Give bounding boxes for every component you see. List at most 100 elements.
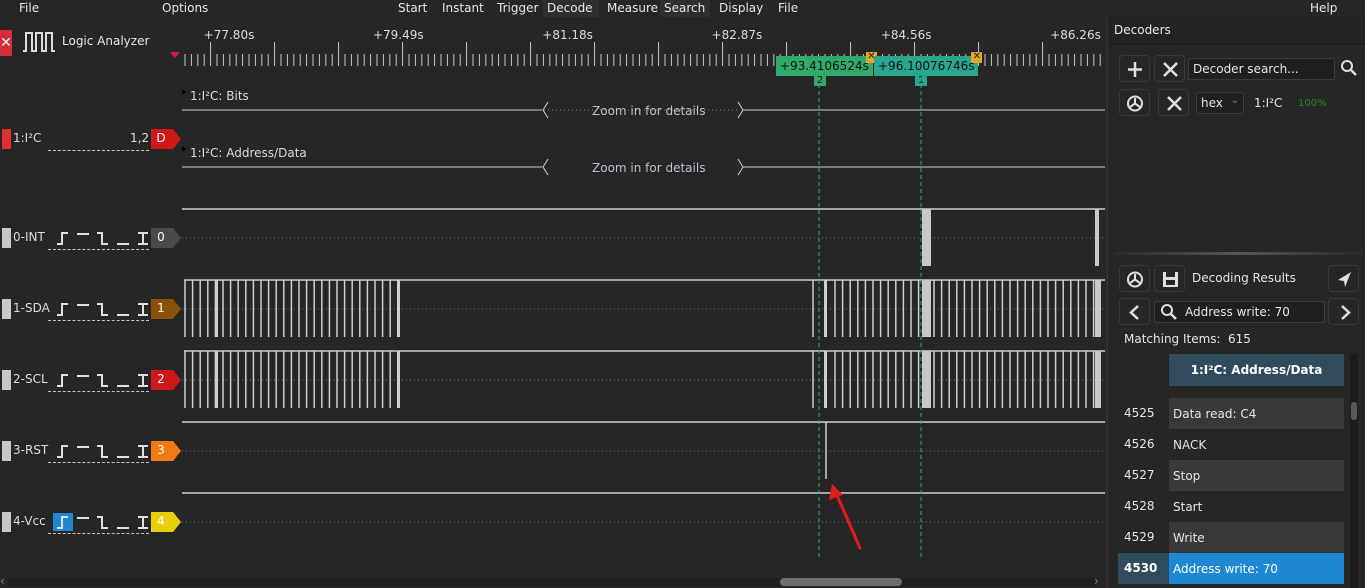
trigger-high-level-icon[interactable] xyxy=(73,513,93,531)
decoder-tag[interactable]: D xyxy=(151,129,181,149)
menu-options[interactable]: Options xyxy=(158,0,212,17)
channel-dash-line xyxy=(48,462,149,463)
channel-color-swatch[interactable] xyxy=(2,441,11,461)
decoder-row-label-address-data: 1:I²C: Address/Data xyxy=(190,146,307,160)
trigger-high-level-icon[interactable] xyxy=(73,300,93,318)
channel-color-swatch[interactable] xyxy=(2,299,11,319)
trigger-any-edge-icon[interactable] xyxy=(133,371,153,389)
trigger-falling-edge-icon[interactable] xyxy=(93,229,113,247)
result-row[interactable]: 4528 Start xyxy=(1118,491,1343,522)
int-pulse xyxy=(1095,209,1099,266)
trigger-rising-edge-icon[interactable] xyxy=(53,371,73,389)
trigger-any-edge-icon[interactable] xyxy=(133,300,153,318)
menu-help[interactable]: Help xyxy=(1306,0,1341,17)
menu-file-2[interactable]: File xyxy=(774,0,802,17)
channel-tag[interactable]: 0 xyxy=(151,228,181,248)
channel-label-1-sda[interactable]: 1-SDA 1 xyxy=(0,299,182,321)
result-row[interactable]: 4529 Write xyxy=(1118,522,1344,553)
menu-display[interactable]: Display xyxy=(715,0,767,17)
expand-arrow-icon xyxy=(182,146,186,152)
menu-search[interactable]: Search xyxy=(660,0,710,17)
right-panel: Decoders Decoder search... hex ⌄ 1:I²C 1… xyxy=(1106,17,1365,588)
menu-start[interactable]: Start xyxy=(394,0,431,17)
close-icon[interactable]: ✕ xyxy=(0,30,12,56)
results-column-header[interactable]: 1:I²C: Address/Data xyxy=(1169,354,1344,386)
decoder-progress: 100% xyxy=(1298,98,1327,109)
result-index: 4530 xyxy=(1124,561,1158,575)
channel-label-3-rst[interactable]: 3-RST 3 xyxy=(0,441,182,463)
panel-splitter[interactable] xyxy=(1114,252,1364,255)
trigger-low-level-icon[interactable] xyxy=(113,300,133,318)
result-index: 4529 xyxy=(1124,530,1155,544)
signal-burst xyxy=(922,280,931,337)
trigger-rising-edge-icon[interactable] xyxy=(53,229,73,247)
results-search-input[interactable]: Address write: 70 xyxy=(1154,301,1325,323)
trigger-falling-edge-icon[interactable] xyxy=(93,371,113,389)
decoder-settings-button[interactable] xyxy=(1119,89,1150,116)
scroll-left-icon[interactable]: ‹ xyxy=(0,574,5,588)
trigger-rising-edge-icon[interactable] xyxy=(53,442,73,460)
waveform-area[interactable] xyxy=(182,70,1105,578)
result-row[interactable]: 4525 Data read: C4 xyxy=(1118,398,1344,429)
decoder-channel-label[interactable]: 1:I²C 1,2 D xyxy=(0,129,182,151)
results-scroll-thumb[interactable] xyxy=(1351,402,1357,420)
trigger-any-edge-icon[interactable] xyxy=(133,513,153,531)
channel-label-2-scl[interactable]: 2-SCL 2 xyxy=(0,370,182,392)
channel-color-swatch[interactable] xyxy=(2,228,11,248)
trigger-high-level-icon[interactable] xyxy=(73,371,93,389)
trigger-rising-edge-icon[interactable] xyxy=(53,300,73,318)
trigger-selector xyxy=(53,442,151,460)
delete-decoder-button[interactable] xyxy=(1158,89,1189,116)
channel-tag[interactable]: 2 xyxy=(151,370,181,390)
channel-label-0-int[interactable]: 0-INT 0 xyxy=(0,228,182,250)
results-settings-button[interactable] xyxy=(1119,265,1150,292)
remove-cursor-icon[interactable]: ✕ xyxy=(971,52,983,63)
channel-tag[interactable]: 1 xyxy=(151,299,181,319)
horizontal-scrollbar[interactable]: ‹ › xyxy=(0,574,1105,588)
trigger-any-edge-icon[interactable] xyxy=(133,442,153,460)
horizontal-scroll-thumb[interactable] xyxy=(780,578,902,586)
search-icon[interactable] xyxy=(1340,59,1358,77)
trigger-falling-edge-icon[interactable] xyxy=(93,513,113,531)
menu-file[interactable]: File xyxy=(15,0,43,17)
trigger-high-level-icon[interactable] xyxy=(73,442,93,460)
result-row[interactable]: 4526 NACK xyxy=(1118,429,1343,460)
trigger-selector xyxy=(53,513,151,531)
logic-analyzer-window: File Options Start Instant Trigger Decod… xyxy=(0,0,1365,588)
trigger-low-level-icon[interactable] xyxy=(113,513,133,531)
trigger-low-level-icon[interactable] xyxy=(113,229,133,247)
add-decoder-button[interactable] xyxy=(1119,55,1150,82)
results-scrollbar[interactable] xyxy=(1350,354,1358,588)
trigger-any-edge-icon[interactable] xyxy=(133,229,153,247)
trigger-high-level-icon[interactable] xyxy=(73,229,93,247)
trigger-falling-edge-icon[interactable] xyxy=(93,300,113,318)
time-ruler[interactable]: +77.80s +79.49s +81.18s +82.87s +84.56s +86.2… xyxy=(170,20,1270,86)
trigger-low-level-icon[interactable] xyxy=(113,371,133,389)
menu-measure[interactable]: Measure xyxy=(603,0,662,17)
decoder-search-input[interactable]: Decoder search... xyxy=(1188,58,1335,80)
trigger-falling-edge-icon[interactable] xyxy=(93,442,113,460)
trigger-rising-edge-icon[interactable] xyxy=(53,513,73,531)
channel-color-swatch[interactable] xyxy=(2,512,11,532)
result-row[interactable]: 4530 Address write: 70 xyxy=(1118,553,1344,584)
next-match-button[interactable] xyxy=(1328,298,1359,325)
navigate-button[interactable] xyxy=(1328,265,1359,292)
channel-tag[interactable]: 4 xyxy=(151,512,181,532)
remove-decoder-button[interactable] xyxy=(1154,55,1185,82)
save-results-button[interactable] xyxy=(1154,265,1185,292)
format-select[interactable]: hex ⌄ xyxy=(1196,92,1244,114)
previous-match-button[interactable] xyxy=(1119,298,1150,325)
channel-color-swatch[interactable] xyxy=(2,370,11,390)
scroll-right-icon[interactable]: › xyxy=(1094,574,1099,588)
trigger-low-level-icon[interactable] xyxy=(113,442,133,460)
menu-trigger[interactable]: Trigger xyxy=(493,0,542,17)
menu-instant[interactable]: Instant xyxy=(438,0,488,17)
result-row[interactable]: 4527 Stop xyxy=(1118,460,1344,491)
ruler-tick-label: +81.18s xyxy=(542,28,593,42)
menu-decode[interactable]: Decode xyxy=(543,0,599,17)
matching-items-count: 615 xyxy=(1228,332,1251,346)
ruler-tick-label: +77.80s xyxy=(203,28,255,42)
signal-edge xyxy=(824,280,827,337)
channel-tag[interactable]: 3 xyxy=(151,441,181,461)
channel-label-4-vcc[interactable]: 4-Vcc 4 xyxy=(0,512,182,534)
